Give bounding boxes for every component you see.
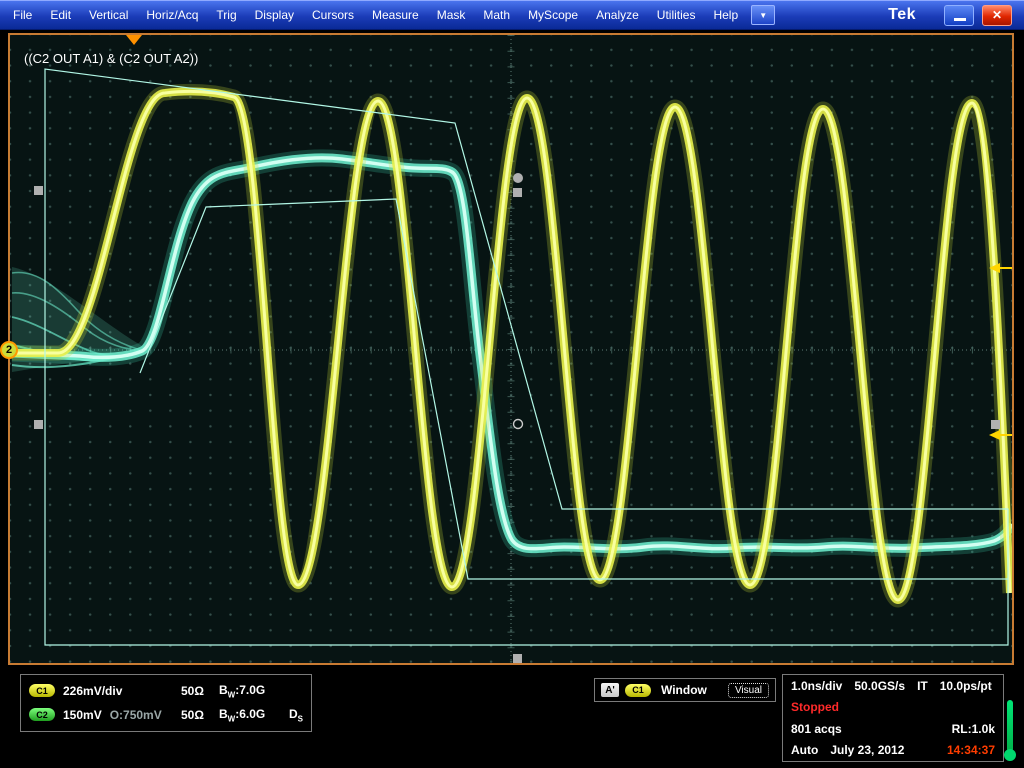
ch2-scale: 150mV xyxy=(63,708,102,722)
tek-logo: Tek xyxy=(888,6,916,24)
menu-utilities[interactable]: Utilities xyxy=(648,1,705,29)
mask-handle[interactable] xyxy=(34,186,43,195)
ch2-bandwidth: BW:6.0G xyxy=(219,707,265,723)
mask-handle[interactable] xyxy=(513,188,522,197)
date: July 23, 2012 xyxy=(830,743,904,757)
mask-handle-circle[interactable] xyxy=(513,173,523,183)
chevron-down-icon: ▼ xyxy=(759,11,767,20)
menu-overflow-button[interactable]: ▼ xyxy=(751,5,775,25)
trigger-position-icon[interactable] xyxy=(126,35,142,45)
menu-math[interactable]: Math xyxy=(474,1,519,29)
menu-cursors[interactable]: Cursors xyxy=(303,1,363,29)
menu-file[interactable]: File xyxy=(4,1,41,29)
status-bar: C1 226mV/div 50Ω BW:7.0G C2 150mV O:750m… xyxy=(0,670,1024,768)
ch2-termination: 50Ω xyxy=(181,708,219,722)
acq-count-row: 801 acqs RL:1.0k xyxy=(791,722,995,736)
close-icon: ✕ xyxy=(992,8,1002,22)
trigger-a-badge: A' xyxy=(601,683,619,697)
ch2-readout-row: C2 150mV O:750mV 50Ω BW:6.0G DS xyxy=(29,707,303,723)
menu-edit[interactable]: Edit xyxy=(41,1,80,29)
trigger-type: Window xyxy=(661,683,707,697)
waveform-display[interactable]: ((C2 OUT A1) & (C2 OUT A2)) 2 xyxy=(8,33,1014,665)
trigger-source-badge[interactable]: C1 xyxy=(625,684,651,697)
record-length: RL:1.0k xyxy=(952,722,995,736)
acq-state-row: Stopped xyxy=(791,700,995,714)
ch1-scale: 226mV/div xyxy=(63,684,181,698)
menu-myscope[interactable]: MyScope xyxy=(519,1,587,29)
menu-measure[interactable]: Measure xyxy=(363,1,428,29)
ch1-readout-row: C1 226mV/div 50Ω BW:7.0G xyxy=(29,683,303,699)
close-button[interactable]: ✕ xyxy=(982,5,1012,26)
time: 14:34:37 xyxy=(947,743,995,757)
trigger-mode: Auto xyxy=(791,743,818,757)
mask-handle-open-circle[interactable] xyxy=(514,420,523,429)
acq-mode-row: Auto July 23, 2012 14:34:37 xyxy=(791,743,995,757)
timebase-row: 1.0ns/div 50.0GS/s IT 10.0ps/pt xyxy=(791,679,995,693)
acquisition-count: 801 acqs xyxy=(791,722,842,736)
horizontal-readout-box[interactable]: 1.0ns/div 50.0GS/s IT 10.0ps/pt Stopped … xyxy=(782,674,1004,762)
mask-handle[interactable] xyxy=(991,420,1000,429)
mask-handle[interactable] xyxy=(34,420,43,429)
waveform-canvas xyxy=(10,35,1012,663)
menu-trig[interactable]: Trig xyxy=(207,1,245,29)
minimize-icon xyxy=(954,18,966,21)
acquisition-state: Stopped xyxy=(791,700,839,714)
menu-bar: File Edit Vertical Horiz/Acq Trig Displa… xyxy=(0,0,1024,30)
menu-display[interactable]: Display xyxy=(246,1,303,29)
ch2-offset: O:750mV xyxy=(110,708,162,722)
sample-rate: 50.0GS/s xyxy=(854,679,905,693)
ch1-termination: 50Ω xyxy=(181,684,219,698)
ch2-badge[interactable]: C2 xyxy=(29,708,55,721)
visual-trigger-expression: ((C2 OUT A1) & (C2 OUT A2)) xyxy=(24,51,198,66)
menu-help[interactable]: Help xyxy=(704,1,747,29)
channel-readout-box[interactable]: C1 226mV/div 50Ω BW:7.0G C2 150mV O:750m… xyxy=(20,674,312,732)
timebase-scale: 1.0ns/div xyxy=(791,679,842,693)
temperature-indicator-icon xyxy=(1007,700,1013,752)
resolution: 10.0ps/pt xyxy=(940,679,992,693)
ch2-dsp-indicator: DS xyxy=(289,707,303,723)
menu-vertical[interactable]: Vertical xyxy=(80,1,137,29)
minimize-button[interactable] xyxy=(944,5,974,26)
mask-handle[interactable] xyxy=(513,654,522,663)
ch1-badge[interactable]: C1 xyxy=(29,684,55,697)
menu-mask[interactable]: Mask xyxy=(428,1,475,29)
ch2-scale-offset: 150mV O:750mV xyxy=(63,708,181,722)
sampling-mode: IT xyxy=(917,679,928,693)
menu-horiz-acq[interactable]: Horiz/Acq xyxy=(137,1,207,29)
visual-trigger-button[interactable]: Visual xyxy=(728,683,769,698)
ch1-bandwidth: BW:7.0G xyxy=(219,683,265,699)
trigger-readout-box[interactable]: A' C1 Window Visual xyxy=(594,678,776,702)
menu-analyze[interactable]: Analyze xyxy=(587,1,648,29)
channel2-reference-marker[interactable]: 2 xyxy=(0,341,18,359)
